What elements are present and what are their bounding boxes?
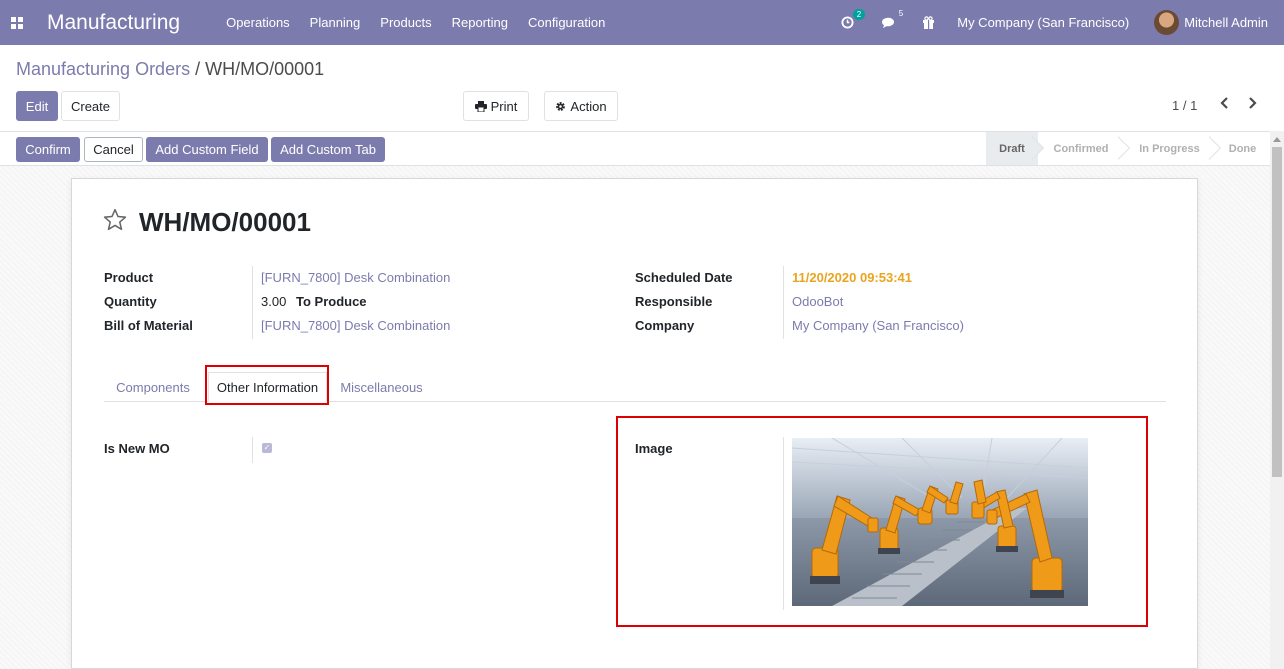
menu-products[interactable]: Products [380,15,431,30]
record-title: WH/MO/00001 [139,207,311,237]
create-button[interactable]: Create [61,91,120,121]
activity-badge: 2 [852,9,866,20]
menu-reporting[interactable]: Reporting [452,15,508,30]
breadcrumb-separator: / [195,59,201,79]
stage-draft[interactable]: Draft [986,132,1038,165]
bom-value[interactable]: [FURN_7800] Desk Combination [261,318,450,333]
is-new-mo-label: Is New MO [104,441,170,456]
quantity-suffix: To Produce [296,294,367,309]
gift-menu[interactable] [922,16,935,29]
add-custom-tab-button[interactable]: Add Custom Tab [271,137,385,162]
tab-components[interactable]: Components [105,372,201,402]
stage-confirmed[interactable]: Confirmed [1038,132,1124,165]
user-avatar[interactable] [1154,10,1180,35]
print-icon [474,100,487,112]
activity-menu[interactable]: 2 [841,9,866,29]
responsible-value[interactable]: OdooBot [792,294,843,309]
company-switcher[interactable]: My Company (San Francisco) [957,15,1129,30]
statusbar: Confirm Cancel Add Custom Field Add Cust… [0,131,1284,166]
product-value[interactable]: [FURN_7800] Desk Combination [261,270,450,285]
image-label: Image [635,441,673,456]
messages-badge: 5 [898,8,904,18]
star-icon[interactable] [102,207,128,233]
tab-miscellaneous[interactable]: Miscellaneous [333,372,430,402]
stage-done-label: Done [1228,142,1257,155]
is-new-mo-separator [252,437,253,463]
messages-menu[interactable]: 5 [882,9,903,29]
pager-previous-icon[interactable] [1220,96,1229,112]
stage-in-progress-label: In Progress [1139,142,1200,155]
scheduled-date-value: 11/20/2020 09:53:41 [792,270,912,285]
quantity-value: 3.00 [261,294,287,309]
bom-label: Bill of Material [104,318,193,333]
gift-icon [923,16,935,29]
right-fields-separator [783,266,784,339]
company-value[interactable]: My Company (San Francisco) [792,318,964,333]
apps-menu-icon[interactable] [0,0,34,45]
confirm-button[interactable]: Confirm [16,137,80,162]
stage-draft-label: Draft [999,142,1025,155]
print-button[interactable]: Print [463,91,529,121]
scroll-up-icon[interactable] [1273,137,1281,142]
left-fields-separator [252,266,253,339]
scroll-thumb[interactable] [1272,147,1282,477]
pager-value[interactable]: 1 / 1 [1172,98,1197,113]
product-label: Product [104,270,154,285]
stage-confirmed-label: Confirmed [1053,142,1109,155]
pager-next-icon[interactable] [1248,96,1257,112]
stage-in-progress[interactable]: In Progress [1124,132,1215,165]
app-title[interactable]: Manufacturing [47,11,180,35]
breadcrumb-parent[interactable]: Manufacturing Orders [16,59,190,79]
menu-planning[interactable]: Planning [310,15,361,30]
action-button[interactable]: Action [544,91,618,121]
menu-operations[interactable]: Operations [226,15,290,30]
chat-icon [882,17,895,28]
breadcrumb: Manufacturing Orders / WH/MO/00001 [16,59,324,80]
edit-button[interactable]: Edit [16,91,58,121]
cancel-button[interactable]: Cancel [84,137,143,162]
company-label: Company [635,318,695,333]
scheduled-date-label: Scheduled Date [635,270,733,285]
clock-icon [841,16,854,29]
stage-pipeline: Draft Confirmed In Progress Done [986,132,1270,165]
stage-done[interactable]: Done [1215,132,1270,165]
action-label: Action [570,98,607,114]
gear-icon [556,101,566,111]
responsible-label: Responsible [635,294,713,309]
factory-robots-image[interactable] [792,438,1088,606]
menu-configuration[interactable]: Configuration [528,15,605,30]
user-menu[interactable]: Mitchell Admin [1184,15,1268,30]
vertical-scrollbar[interactable] [1270,131,1284,669]
quantity-label: Quantity [104,294,157,309]
print-label: Print [490,98,518,114]
is-new-mo-checkbox[interactable]: ✓ [262,443,272,453]
tab-highlight-box [205,365,329,405]
top-navbar: Manufacturing Operations Planning Produc… [0,0,1284,45]
image-separator [783,437,784,610]
breadcrumb-current: WH/MO/00001 [205,59,325,79]
add-custom-field-button[interactable]: Add Custom Field [146,137,268,162]
